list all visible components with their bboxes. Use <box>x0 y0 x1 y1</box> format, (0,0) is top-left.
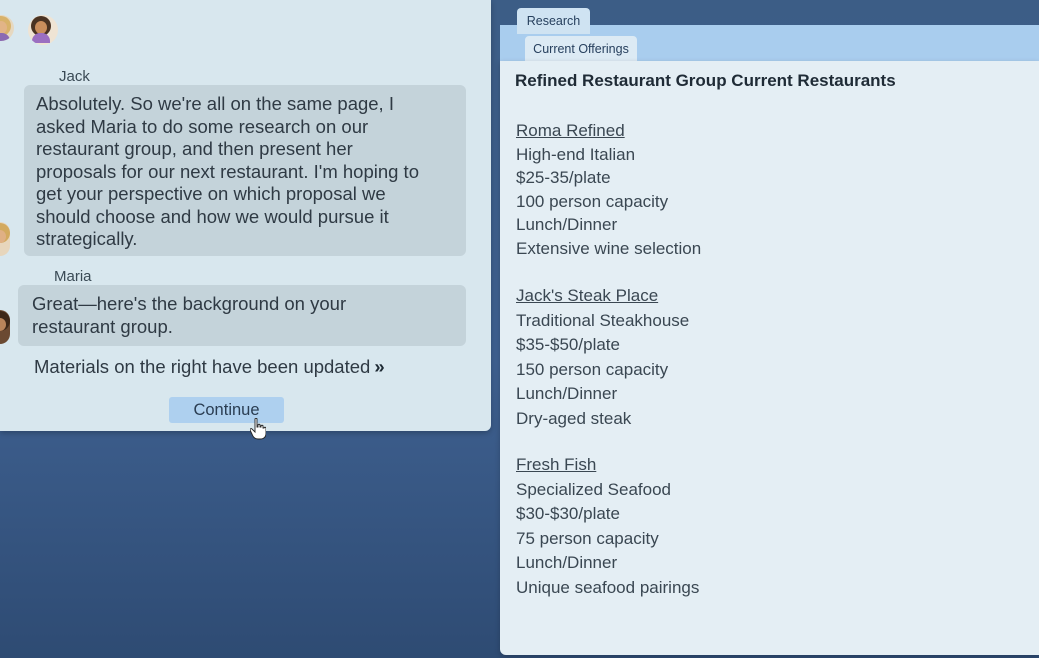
restaurant-detail: Lunch/Dinner <box>516 553 618 572</box>
restaurant-detail: $25-35/plate <box>516 168 611 187</box>
restaurant-detail: 100 person capacity <box>516 191 669 211</box>
restaurant-detail: $35-$50/plate <box>516 335 620 354</box>
restaurant-detail: Specialized Seafood <box>516 479 672 499</box>
restaurant-entry-fresh-fish: Fresh Fish Specialized Seafood $30-$30/p… <box>516 453 699 600</box>
chat-line: restaurant group. <box>32 315 173 337</box>
restaurant-name: Jack's Steak Place <box>516 286 659 305</box>
restaurant-detail: Unique seafood pairings <box>516 577 700 597</box>
speaker-name-jack: Jack <box>59 68 90 85</box>
materials-updated-text: Materials on the right have been updated <box>34 356 371 377</box>
restaurant-entry-jacks-steak-place: Jack's Steak Place Traditional Steakhous… <box>516 284 689 431</box>
jack-side-avatar-icon <box>0 222 10 256</box>
chat-line: should choose and how we would pursue it <box>36 205 389 227</box>
maria-avatar-icon <box>28 15 58 45</box>
continue-button[interactable]: Continue <box>169 397 284 423</box>
restaurant-detail: Lunch/Dinner <box>516 215 618 234</box>
maria-side-avatar-icon <box>0 310 10 344</box>
restaurant-detail: Traditional Steakhouse <box>516 310 690 330</box>
tab-research[interactable]: Research <box>517 8 590 34</box>
materials-updated-note: Materials on the right have been updated… <box>34 356 385 378</box>
chat-line: restaurant group, and then present her <box>36 138 353 159</box>
restaurant-detail: $30-$30/plate <box>516 504 620 523</box>
restaurant-name: Roma Refined <box>516 121 625 140</box>
chat-line: strategically. <box>36 228 138 249</box>
chat-panel: Jack Absolutely. So we're all on the sam… <box>0 0 491 440</box>
restaurant-detail: High-end Italian <box>516 144 636 164</box>
restaurant-detail: 75 person capacity <box>516 528 659 548</box>
double-chevron-right-icon: » <box>374 356 385 377</box>
chat-line: proposals for our next restaurant. I'm h… <box>36 160 419 182</box>
chat-bubble-maria: Great—here's the background on your rest… <box>18 285 466 346</box>
jack-avatar-icon <box>0 15 14 41</box>
chat-line: Absolutely. So we're all on the same pag… <box>36 93 394 114</box>
restaurant-detail: Lunch/Dinner <box>516 384 618 403</box>
chat-line: asked Maria to do some research on our <box>36 115 369 137</box>
restaurant-detail: 150 person capacity <box>516 359 669 379</box>
research-title: Refined Restaurant Group Current Restaur… <box>515 71 896 90</box>
restaurant-entry-roma-refined: Roma Refined High-end Italian $25-35/pla… <box>516 119 701 260</box>
chat-line: Great—here's the background on your <box>32 293 347 314</box>
speaker-name-maria: Maria <box>54 268 92 285</box>
restaurant-detail: Dry-aged steak <box>516 408 632 428</box>
chat-bubble-jack: Absolutely. So we're all on the same pag… <box>24 85 466 256</box>
restaurant-detail: Extensive wine selection <box>516 238 702 258</box>
restaurant-name: Fresh Fish <box>516 455 597 474</box>
hand-pointer-icon <box>250 418 266 440</box>
tab-current-offerings[interactable]: Current Offerings <box>525 36 637 63</box>
chat-line: get your perspective on which proposal w… <box>36 183 386 204</box>
